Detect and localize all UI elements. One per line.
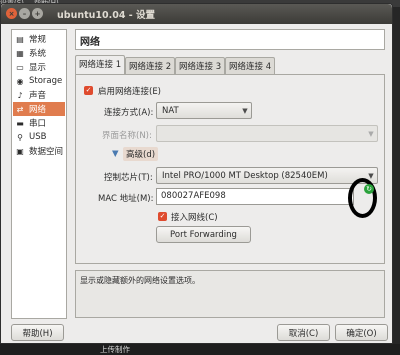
annotation-circle xyxy=(348,178,377,218)
close-button[interactable]: × xyxy=(6,8,17,19)
sidebar-item-serial[interactable]: ▬ 串口 xyxy=(13,116,65,130)
tab-adapter-3[interactable]: 网络连接 3 xyxy=(175,57,226,74)
cancel-button[interactable]: 取消(C) xyxy=(277,324,330,341)
refresh-mac-icon[interactable]: ↻ xyxy=(364,184,374,194)
description-text: 显示或隐藏额外的网络设置选项。 xyxy=(80,276,200,285)
adapter-type-value: Intel PRO/1000 MT Desktop (82540EM) xyxy=(162,170,328,181)
audio-icon: ♪ xyxy=(17,90,23,100)
chevron-down-icon: ▼ xyxy=(242,106,248,115)
sidebar-item-label: 数据空间 xyxy=(29,147,64,157)
maximize-button[interactable]: + xyxy=(32,8,43,19)
system-icon: ▦ xyxy=(16,48,24,58)
sidebar-item-label: 串口 xyxy=(29,119,47,129)
sidebar-item-label: 显示 xyxy=(29,63,47,73)
adapter-type-select[interactable]: Intel PRO/1000 MT Desktop (82540EM) ▼ xyxy=(156,167,378,184)
enable-adapter-checkbox[interactable]: ✓ xyxy=(84,86,93,95)
interface-name-label: 界面名称(N): xyxy=(102,131,152,141)
ok-button[interactable]: 确定(O) xyxy=(335,324,388,341)
sidebar-item-network[interactable]: ⇄ 网络 xyxy=(13,102,65,116)
window-title: ubuntu10.04 - 设置 xyxy=(57,10,156,21)
expander-arrow-icon[interactable]: ▼ xyxy=(112,149,119,159)
help-button[interactable]: 帮助(H) xyxy=(11,324,64,341)
adapter-panel: ✓ 启用网络连接(E) 连接方式(A): NAT ▼ 界面名称(N): ▼ ▼ … xyxy=(75,74,385,264)
sidebar-item-label: 声音 xyxy=(29,91,47,101)
tab-adapter-1[interactable]: 网络连接 1 xyxy=(75,55,126,74)
bg-bottom-text: 上传制作 xyxy=(100,345,130,354)
page-title: 网络 xyxy=(80,37,100,48)
titlebar: × – + ubuntu10.04 - 设置 xyxy=(1,4,392,24)
storage-icon: ◉ xyxy=(16,76,24,86)
sidebar-item-label: 系统 xyxy=(29,49,47,59)
usb-icon: ⚲ xyxy=(17,132,23,142)
display-icon: ▭ xyxy=(16,62,24,72)
shared-folder-icon: ▣ xyxy=(16,146,24,156)
cable-connected-label: 接入网线(C) xyxy=(171,213,218,223)
sidebar-item-audio[interactable]: ♪ 声音 xyxy=(13,88,65,102)
sidebar-item-label: 常规 xyxy=(29,35,47,45)
sidebar-item-label: 网络 xyxy=(29,105,47,115)
attached-to-label: 连接方式(A): xyxy=(104,108,154,118)
sidebar-item-storage[interactable]: ◉ Storage xyxy=(13,74,65,88)
advanced-expander[interactable]: 高级(d) xyxy=(123,147,159,161)
chevron-down-icon: ▼ xyxy=(368,129,374,138)
general-icon: ▤ xyxy=(16,34,24,44)
sidebar-item-label: USB xyxy=(29,132,47,142)
description-box: 显示或隐藏额外的网络设置选项。 xyxy=(75,270,385,318)
attached-to-value: NAT xyxy=(162,105,179,116)
sidebar-item-system[interactable]: ▦ 系统 xyxy=(13,46,65,60)
mac-address-label: MAC 地址(M): xyxy=(98,194,154,204)
tab-adapter-2[interactable]: 网络连接 2 xyxy=(125,57,176,74)
cable-connected-checkbox[interactable]: ✓ xyxy=(158,212,167,221)
mac-address-input[interactable]: 080027AFE098 xyxy=(156,188,354,205)
sidebar-item-label: Storage xyxy=(29,76,63,86)
settings-window: × – + ubuntu10.04 - 设置 ▤ 常规 ▦ 系统 ▭ 显示 ◉ … xyxy=(0,3,393,344)
serial-port-icon: ▬ xyxy=(16,118,24,128)
sidebar-item-display[interactable]: ▭ 显示 xyxy=(13,60,65,74)
attached-to-select[interactable]: NAT ▼ xyxy=(156,102,252,119)
tab-adapter-4[interactable]: 网络连接 4 xyxy=(225,57,276,74)
network-icon: ⇄ xyxy=(16,104,24,114)
port-forwarding-button[interactable]: Port Forwarding xyxy=(156,226,251,243)
background-taskbar: 上传制作 xyxy=(0,344,400,355)
settings-sidebar: ▤ 常规 ▦ 系统 ▭ 显示 ◉ Storage ♪ 声音 ⇄ 网络 ▬ 串口 … xyxy=(11,29,67,319)
minimize-button[interactable]: – xyxy=(19,8,30,19)
page-header: 网络 xyxy=(75,29,385,50)
sidebar-item-usb[interactable]: ⚲ USB xyxy=(13,130,65,144)
sidebar-item-general[interactable]: ▤ 常规 xyxy=(13,32,65,46)
sidebar-item-shared-folders[interactable]: ▣ 数据空间 xyxy=(13,144,65,158)
adapter-type-label: 控制芯片(T): xyxy=(104,173,153,183)
enable-adapter-label: 启用网络连接(E) xyxy=(98,87,162,97)
interface-name-select[interactable]: ▼ xyxy=(156,125,378,142)
